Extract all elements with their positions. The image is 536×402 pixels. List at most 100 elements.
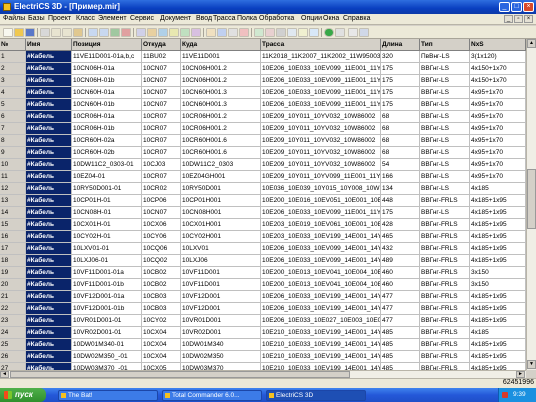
cell-route[interactable]: 10E206_10E033_10EV099_11E001_11Y001 bbox=[261, 75, 381, 87]
cell-number[interactable]: 16 bbox=[0, 231, 26, 243]
cell-to[interactable]: 10CN08H001 bbox=[181, 207, 261, 219]
cell-from[interactable]: 10CX04 bbox=[142, 327, 181, 339]
cell-route[interactable]: 10E206_10E033_10EV099_14E001_14Y001 bbox=[261, 243, 381, 255]
cell-position[interactable]: 10CN06H-01a bbox=[72, 63, 142, 75]
cell-type[interactable]: ВВГнг-LS bbox=[420, 171, 470, 183]
new-file-icon[interactable] bbox=[3, 28, 13, 37]
cell-name[interactable]: #Кабель bbox=[26, 351, 72, 363]
cell-route[interactable]: 10E203_10E019_10EV061_10E001_10EV05 bbox=[261, 219, 381, 231]
cell-position[interactable]: 10VR01D001-01 bbox=[72, 315, 142, 327]
cell-type[interactable]: ВВГнг-LS bbox=[420, 99, 470, 111]
cell-number[interactable]: 22 bbox=[0, 303, 26, 315]
scroll-up-button[interactable]: ▲ bbox=[527, 39, 536, 48]
cell-route[interactable]: 10E210_10E033_10EV199_14E001_14Y001 bbox=[261, 351, 381, 363]
cell-position[interactable]: 10VF12D001-01b bbox=[72, 303, 142, 315]
cell-length[interactable]: 68 bbox=[381, 111, 420, 123]
cell-type[interactable]: ВВГнг-FRLS bbox=[420, 231, 470, 243]
cell-name[interactable]: #Кабель bbox=[26, 363, 72, 370]
cell-position[interactable]: 10CR06H-01b bbox=[72, 123, 142, 135]
task-electrics-3d[interactable]: ElectriCS 3D bbox=[266, 390, 366, 401]
cell-to[interactable]: 10CR06H001.2 bbox=[181, 111, 261, 123]
cell-name[interactable]: #Кабель bbox=[26, 183, 72, 195]
redo-icon[interactable] bbox=[99, 28, 109, 37]
cell-from[interactable]: 10CN07 bbox=[142, 207, 181, 219]
mdi-restore-button[interactable]: ▫ bbox=[514, 15, 523, 23]
cell-length[interactable]: 485 bbox=[381, 327, 420, 339]
cell-to[interactable]: 10VF12D001 bbox=[181, 303, 261, 315]
cell-from[interactable]: 10CB02 bbox=[142, 279, 181, 291]
cell-from[interactable]: 10CR07 bbox=[142, 111, 181, 123]
cell-number[interactable]: 6 bbox=[0, 111, 26, 123]
cell-length[interactable]: 465 bbox=[381, 231, 420, 243]
cell-to[interactable]: 10DW03M370 bbox=[181, 363, 261, 370]
menu-item-service[interactable]: Сервис bbox=[130, 15, 154, 22]
cell-position[interactable]: 10DW03M370_-01 bbox=[72, 363, 142, 370]
cell-type[interactable]: ВВГнг-FRLS bbox=[420, 339, 470, 351]
insert-row-icon[interactable] bbox=[254, 28, 264, 37]
cell-name[interactable]: #Кабель bbox=[26, 219, 72, 231]
cell-number[interactable]: 11 bbox=[0, 171, 26, 183]
column-header-name[interactable]: Имя bbox=[26, 39, 72, 51]
cell-from[interactable]: 10CN07 bbox=[142, 75, 181, 87]
cell-nxs[interactable]: 4x185+1x95 bbox=[470, 255, 526, 267]
delete-icon[interactable] bbox=[121, 28, 131, 37]
maximize-button[interactable]: □ bbox=[511, 2, 522, 12]
cell-type[interactable]: ВВГнг-FRLS bbox=[420, 351, 470, 363]
menu-item-element[interactable]: Элемент bbox=[98, 15, 127, 22]
cell-type[interactable]: ПвВнг-LS bbox=[420, 51, 470, 63]
cell-from[interactable]: 10CR07 bbox=[142, 147, 181, 159]
cell-nxs[interactable]: 3x150 bbox=[470, 279, 526, 291]
cell-to[interactable]: 10LXV01 bbox=[181, 243, 261, 255]
cell-nxs[interactable]: 4x95+1x70 bbox=[470, 147, 526, 159]
start-button[interactable]: пуск bbox=[0, 388, 46, 402]
delete-row-icon[interactable] bbox=[265, 28, 275, 37]
cell-number[interactable]: 3 bbox=[0, 75, 26, 87]
cell-number[interactable]: 13 bbox=[0, 195, 26, 207]
cell-from[interactable]: 10CN07 bbox=[142, 99, 181, 111]
cell-route[interactable]: 10E209_10Y011_10YV032_10W86002 bbox=[261, 123, 381, 135]
cell-position[interactable]: 10VF12D001-01a bbox=[72, 291, 142, 303]
cell-name[interactable]: #Кабель bbox=[26, 327, 72, 339]
cell-length[interactable]: 54 bbox=[381, 159, 420, 171]
cell-position[interactable]: 10RY50D001-01 bbox=[72, 183, 142, 195]
column-header-number[interactable]: № bbox=[0, 39, 26, 51]
cell-nxs[interactable]: 4x150+1x70 bbox=[470, 63, 526, 75]
cell-name[interactable]: #Кабель bbox=[26, 75, 72, 87]
shelf-icon[interactable] bbox=[169, 28, 179, 37]
cell-to[interactable]: 10VF11D001 bbox=[181, 279, 261, 291]
cell-nxs[interactable]: 4x185+1x95 bbox=[470, 339, 526, 351]
scroll-down-button[interactable]: ▼ bbox=[527, 360, 536, 369]
open-folder-icon[interactable] bbox=[14, 28, 24, 37]
table-icon[interactable] bbox=[136, 28, 146, 37]
column-header-route[interactable]: Трасса bbox=[261, 39, 381, 51]
horizontal-scrollbar[interactable]: ◄ ► bbox=[0, 370, 526, 378]
sort-icon[interactable] bbox=[217, 28, 227, 37]
cell-route[interactable]: 10E206_10E033_10EV099_11E001_11Y001 bbox=[261, 63, 381, 75]
cell-to[interactable]: 10CN60H001.3 bbox=[181, 99, 261, 111]
cell-length[interactable]: 428 bbox=[381, 219, 420, 231]
cell-name[interactable]: #Кабель bbox=[26, 51, 72, 63]
cell-number[interactable]: 21 bbox=[0, 291, 26, 303]
cell-position[interactable]: 10DW02M350_-01 bbox=[72, 351, 142, 363]
cell-position[interactable]: 10LXJ06-01 bbox=[72, 255, 142, 267]
cell-to[interactable]: 10VR02D001 bbox=[181, 327, 261, 339]
cell-from[interactable]: 10CX04 bbox=[142, 351, 181, 363]
cell-nxs[interactable]: 4x185 bbox=[470, 327, 526, 339]
cell-nxs[interactable]: 4x185+1x95 bbox=[470, 303, 526, 315]
cell-to[interactable]: 10CP01H001 bbox=[181, 195, 261, 207]
cell-length[interactable]: 166 bbox=[381, 171, 420, 183]
cell-to[interactable]: 10CR06H001.2 bbox=[181, 123, 261, 135]
cell-nxs[interactable]: 4x185+1x95 bbox=[470, 351, 526, 363]
cell-type[interactable]: ВВГнг-LS bbox=[420, 207, 470, 219]
cell-route[interactable]: 10E209_10Y011_10YV032_10W86002 bbox=[261, 135, 381, 147]
cell-name[interactable]: #Кабель bbox=[26, 207, 72, 219]
cell-number[interactable]: 8 bbox=[0, 135, 26, 147]
cell-length[interactable]: 489 bbox=[381, 255, 420, 267]
cell-length[interactable]: 175 bbox=[381, 87, 420, 99]
menu-item-help[interactable]: Справка bbox=[343, 15, 370, 22]
cell-from[interactable]: 11BU02 bbox=[142, 51, 181, 63]
menu-item-document[interactable]: Документ bbox=[160, 15, 191, 22]
cell-from[interactable]: 10CQ02 bbox=[142, 255, 181, 267]
cell-name[interactable]: #Кабель bbox=[26, 267, 72, 279]
cell-length[interactable]: 432 bbox=[381, 243, 420, 255]
